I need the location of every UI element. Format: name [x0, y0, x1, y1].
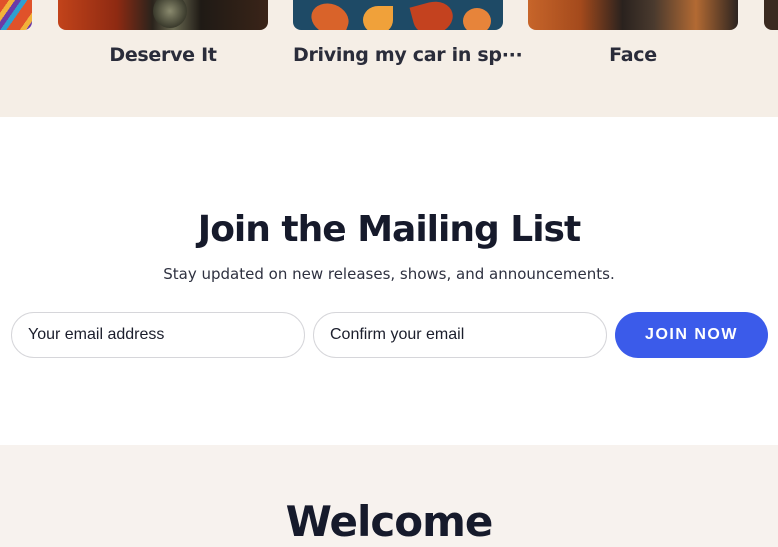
mailing-list-section: Join the Mailing List Stay updated on ne… — [0, 117, 778, 445]
release-cover-image[interactable] — [58, 0, 268, 30]
mailing-list-title: Join the Mailing List — [197, 209, 581, 250]
join-now-button[interactable]: JOIN NOW — [615, 312, 768, 358]
email-input[interactable] — [11, 312, 305, 358]
release-title[interactable]: Driving my car in sp··· — [293, 44, 523, 66]
release-cover-image[interactable] — [528, 0, 738, 30]
release-cover-image[interactable] — [293, 0, 503, 30]
release-carousel: Deserve It Driving my car in sp··· Face — [0, 0, 778, 117]
release-cover-image[interactable] — [764, 0, 778, 30]
confirm-email-input[interactable] — [313, 312, 607, 358]
welcome-title: Welcome — [285, 497, 494, 546]
release-title[interactable]: Face — [528, 44, 738, 66]
welcome-section: Welcome — [0, 445, 778, 547]
mailing-list-subtitle: Stay updated on new releases, shows, and… — [163, 265, 615, 283]
release-title[interactable]: Deserve It — [58, 44, 268, 66]
release-cover-image[interactable] — [0, 0, 32, 30]
